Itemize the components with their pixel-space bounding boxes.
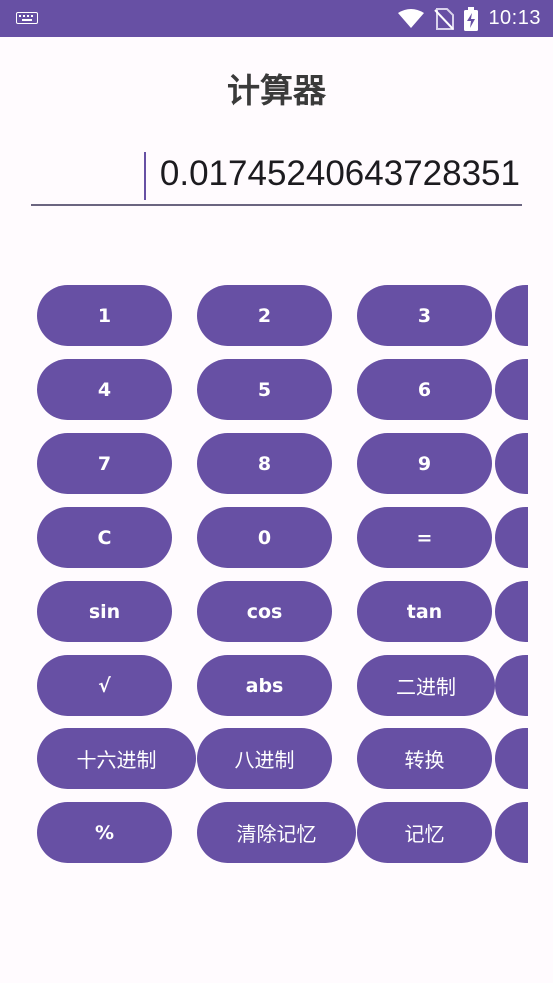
digit-9-button[interactable]: 9 — [357, 433, 492, 494]
convert-button[interactable]: 转换 — [357, 728, 492, 789]
hex-button[interactable]: 十六进制 — [37, 728, 196, 789]
digit-4-button[interactable]: 4 — [37, 359, 172, 420]
sin-button[interactable]: sin — [37, 581, 172, 642]
cos-button[interactable]: cos — [197, 581, 332, 642]
row7-extra-button[interactable] — [495, 728, 528, 789]
row6-extra-button[interactable] — [495, 655, 528, 716]
row8-extra-button[interactable] — [495, 802, 528, 863]
row3-extra-button[interactable] — [495, 433, 528, 494]
equals-button[interactable]: = — [357, 507, 492, 568]
digit-5-button[interactable]: 5 — [197, 359, 332, 420]
digit-1-button[interactable]: 1 — [37, 285, 172, 346]
digit-7-button[interactable]: 7 — [37, 433, 172, 494]
octal-button[interactable]: 八进制 — [197, 728, 332, 789]
binary-button[interactable]: 二进制 — [357, 655, 495, 716]
row4-extra-button[interactable] — [495, 507, 528, 568]
clear-button[interactable]: C — [37, 507, 172, 568]
abs-button[interactable]: abs — [197, 655, 332, 716]
digit-0-button[interactable]: 0 — [197, 507, 332, 568]
tan-button[interactable]: tan — [357, 581, 492, 642]
digit-6-button[interactable]: 6 — [357, 359, 492, 420]
row2-extra-button[interactable] — [495, 359, 528, 420]
row1-extra-button[interactable] — [495, 285, 528, 346]
row5-extra-button[interactable] — [495, 581, 528, 642]
digit-3-button[interactable]: 3 — [357, 285, 492, 346]
percent-button[interactable]: % — [37, 802, 172, 863]
memory-button[interactable]: 记忆 — [357, 802, 492, 863]
keypad: 1 2 3 4 5 6 7 8 9 C 0 = sin cos tan √ ab… — [0, 0, 528, 983]
digit-8-button[interactable]: 8 — [197, 433, 332, 494]
sqrt-button[interactable]: √ — [37, 655, 172, 716]
clear-memory-button[interactable]: 清除记忆 — [197, 802, 356, 863]
digit-2-button[interactable]: 2 — [197, 285, 332, 346]
